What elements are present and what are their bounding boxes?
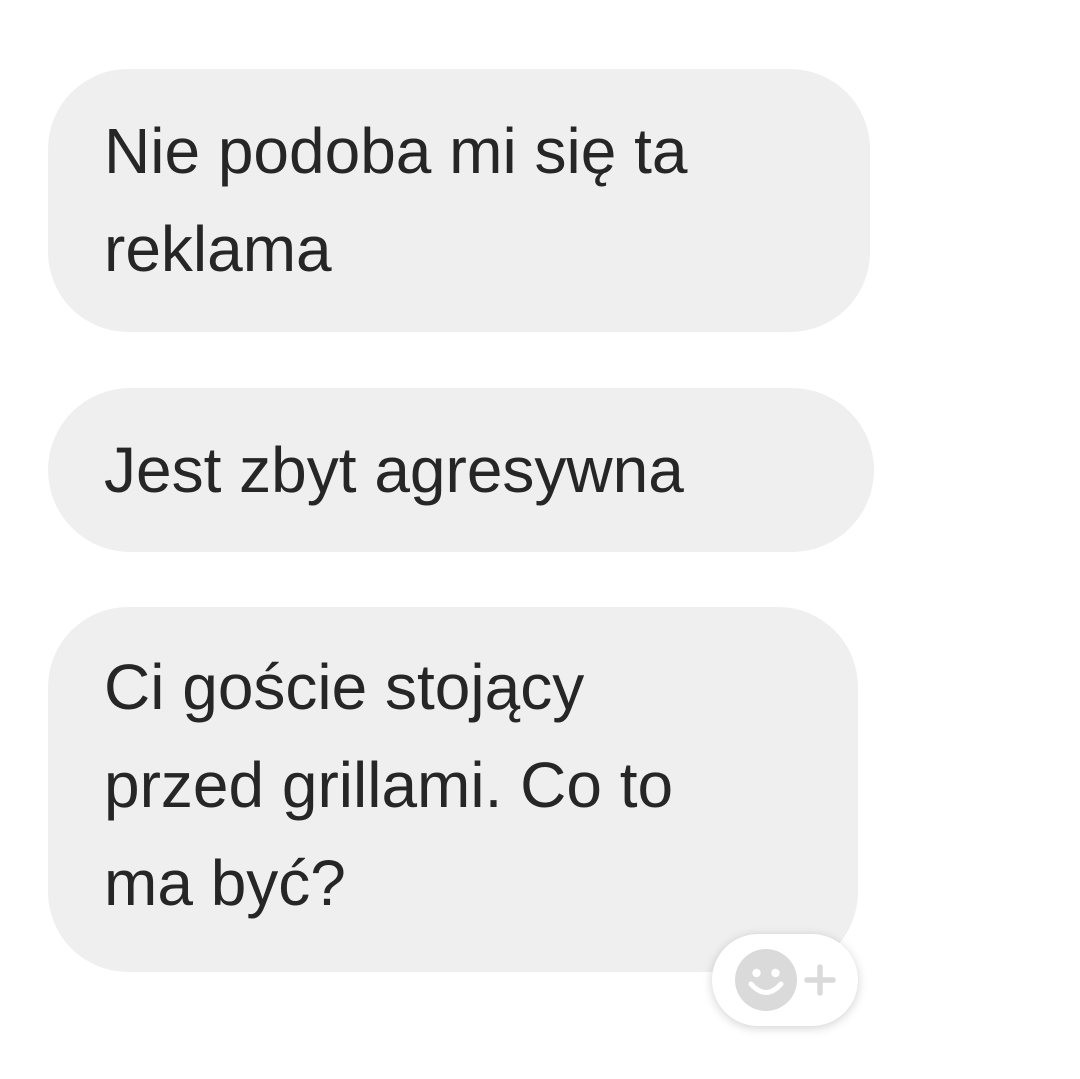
message-thread: Nie podoba mi się ta reklama Jest zbyt a…: [0, 0, 1080, 1079]
smiley-face-icon: [733, 947, 799, 1013]
plus-icon: [803, 963, 837, 997]
add-reaction-button[interactable]: [712, 934, 858, 1026]
message-bubble[interactable]: Nie podoba mi się ta reklama: [48, 69, 870, 332]
message-bubble[interactable]: Ci goście stojący przed grillami. Co to …: [48, 607, 858, 972]
message-bubble[interactable]: Jest zbyt agresywna: [48, 388, 874, 552]
